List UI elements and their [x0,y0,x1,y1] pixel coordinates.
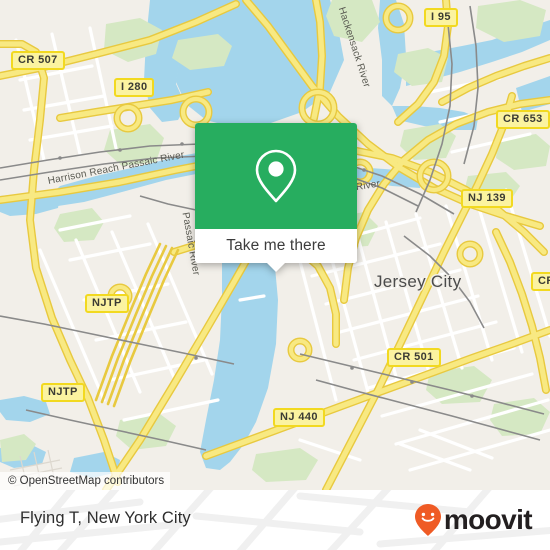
route-shield[interactable]: NJ 139 [461,189,513,208]
map-attribution[interactable]: © OpenStreetMap contributors [0,472,171,490]
location-popup-card[interactable]: Take me there [195,123,357,272]
moovit-logo[interactable]: moovit [413,504,533,536]
take-me-there-label: Take me there [226,237,326,254]
route-shield[interactable]: NJTP [85,294,129,313]
route-shield[interactable]: I 95 [424,8,458,27]
moovit-smiley-pin-icon [414,504,441,536]
popup-body: Take me there [195,123,357,263]
route-shield[interactable]: CR 501 [387,348,441,367]
popup-action-bar[interactable]: Take me there [195,229,357,263]
route-shield[interactable]: CR 653 [496,110,550,129]
route-shield[interactable]: I 280 [114,78,155,97]
route-shield[interactable]: NJ 440 [273,408,325,427]
moovit-wordmark: moovit [443,504,533,535]
place-label-jersey-city: Jersey City [374,272,462,291]
footer-location-title: Flying T, New York City [20,509,191,527]
route-shield[interactable]: CR 507 [11,51,65,70]
route-shield[interactable]: CR [531,272,550,291]
popup-tail [266,262,286,272]
map-pin-icon [255,149,297,203]
route-shield[interactable]: NJTP [41,383,85,402]
moovit-location-screenshot: Harrison Reach Passaic River Hackensack … [0,0,550,550]
footer-bar: Flying T, New York City moovit [0,490,550,550]
popup-header [195,123,357,229]
